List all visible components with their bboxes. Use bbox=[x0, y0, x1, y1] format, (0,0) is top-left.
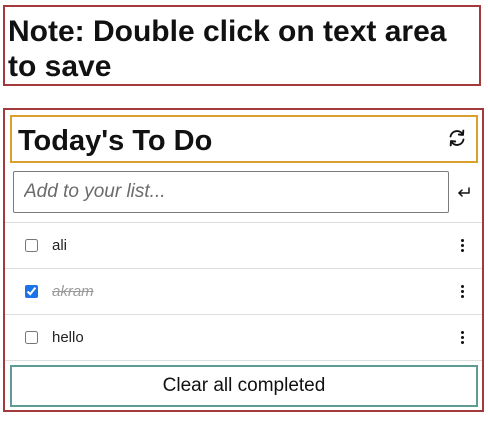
note-line-2: to save bbox=[8, 50, 112, 83]
item-label[interactable]: hello bbox=[52, 329, 84, 346]
note-line-1: Note: Double click on text area bbox=[8, 15, 447, 48]
more-vertical-icon bbox=[460, 330, 464, 334]
refresh-icon bbox=[449, 129, 465, 147]
clear-completed-button[interactable]: Clear all completed bbox=[10, 365, 478, 407]
item-menu-button[interactable] bbox=[456, 281, 468, 301]
more-vertical-icon bbox=[460, 238, 464, 242]
todo-title: Today's To Do bbox=[18, 125, 213, 157]
save-note: Note: Double click on text area to save bbox=[3, 5, 481, 86]
item-checkbox[interactable] bbox=[25, 239, 38, 252]
todo-header: Today's To Do bbox=[10, 115, 478, 163]
more-vertical-icon bbox=[460, 284, 464, 288]
list-item: akram bbox=[5, 268, 482, 314]
list-item: hello bbox=[5, 314, 482, 361]
todo-panel: Today's To Do ali akram bbox=[3, 108, 484, 412]
add-item-input[interactable] bbox=[13, 171, 449, 213]
item-menu-button[interactable] bbox=[456, 327, 468, 347]
item-checkbox[interactable] bbox=[25, 285, 38, 298]
add-item-button[interactable] bbox=[454, 182, 474, 202]
enter-return-icon bbox=[458, 187, 470, 197]
item-label[interactable]: ali bbox=[52, 237, 67, 254]
item-checkbox[interactable] bbox=[25, 331, 38, 344]
item-menu-button[interactable] bbox=[456, 235, 468, 255]
list-item: ali bbox=[5, 222, 482, 268]
todo-list: ali akram hello bbox=[5, 222, 482, 361]
item-label[interactable]: akram bbox=[52, 283, 94, 300]
refresh-button[interactable] bbox=[446, 127, 468, 149]
